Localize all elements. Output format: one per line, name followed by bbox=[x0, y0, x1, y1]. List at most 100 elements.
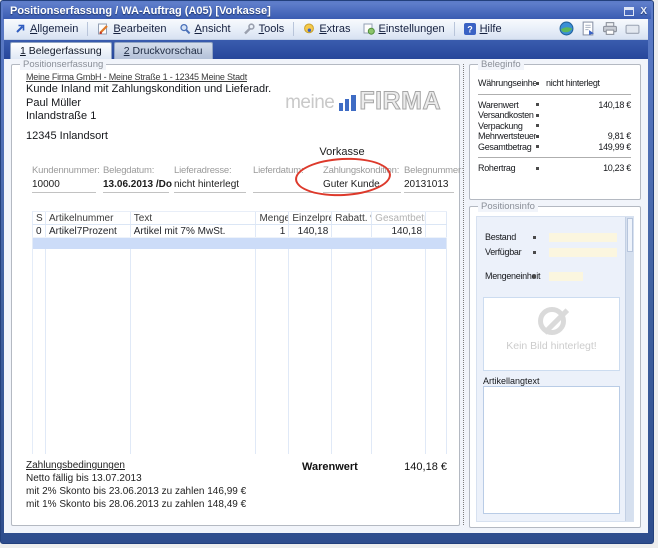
recipient-address: Kunde Inland mit Zahlungskondition und L… bbox=[26, 83, 271, 124]
row-versandkosten: Versandkosten bbox=[478, 110, 631, 121]
bullet-icon bbox=[536, 124, 539, 127]
tab-strip: 1 Belegerfassung 2 Druckvorschau bbox=[4, 40, 648, 59]
settings-icon bbox=[363, 23, 375, 35]
title-bar[interactable]: Positionserfassung / WA-Auftrag (A05) [V… bbox=[3, 3, 651, 19]
col-s[interactable]: S bbox=[33, 212, 46, 224]
menu-item-ansicht[interactable]: Ansicht bbox=[173, 21, 237, 37]
magnifier-icon bbox=[179, 23, 191, 35]
beleginfo-group: Beleginfo Währungseinheit nicht hinterle… bbox=[469, 64, 641, 200]
menu-bar: Allgemein Bearbeiten Ansicht Tools bbox=[4, 19, 648, 40]
col-text[interactable]: Text bbox=[131, 212, 257, 224]
col-artikelnummer[interactable]: Artikelnummer bbox=[46, 212, 131, 224]
row-mengeneinheit: Mengeneinheit bbox=[485, 271, 583, 281]
row-gesamtbetrag: Gesamtbetrag 149,99 € bbox=[478, 142, 631, 153]
no-image-text: Kein Bild hinterlegt! bbox=[484, 340, 619, 352]
field-kundennummer: Kundennummer: 10000 bbox=[32, 165, 96, 193]
app-window: Positionserfassung / WA-Auftrag (A05) [V… bbox=[0, 0, 654, 544]
printer-icon[interactable] bbox=[602, 21, 618, 36]
kundennummer-value[interactable]: 10000 bbox=[32, 179, 96, 191]
bullet-icon bbox=[536, 135, 539, 138]
positions-table: S Artikelnummer Text Menge Einzelpreis R… bbox=[32, 211, 447, 454]
menu-item-allgemein[interactable]: Allgemein bbox=[8, 21, 84, 37]
menu-separator bbox=[87, 22, 88, 36]
gesamtbetrag-value: 149,99 € bbox=[546, 142, 631, 152]
verfuegbar-field[interactable] bbox=[549, 248, 617, 257]
col-gesamtbetrag[interactable]: Gesamtbetrag bbox=[372, 212, 426, 224]
belegdatum-value[interactable]: 13.06.2013 /Do bbox=[103, 179, 169, 191]
mehrwertsteuer-value: 9,81 € bbox=[546, 131, 631, 141]
lieferadresse-value[interactable]: nicht hinterlegt bbox=[174, 179, 246, 191]
article-image-box: Kein Bild hinterlegt! bbox=[483, 297, 620, 371]
bar-chart-icon bbox=[339, 95, 356, 111]
scrollbar-thumb[interactable] bbox=[627, 218, 633, 252]
panel-splitter[interactable] bbox=[463, 64, 464, 525]
table-header-row: S Artikelnummer Text Menge Einzelpreis R… bbox=[32, 211, 447, 225]
no-image-icon bbox=[538, 307, 566, 335]
field-belegnummer: Belegnummer: 20131013 bbox=[404, 165, 454, 193]
row-rohertrag: Rohertrag 10,23 € bbox=[478, 163, 631, 174]
row-verpackung: Verpackung bbox=[478, 121, 631, 132]
export-document-icon[interactable] bbox=[581, 21, 595, 36]
bullet-icon bbox=[533, 236, 536, 239]
table-row[interactable]: 0 Artikel7Prozent Artikel mit 7% MwSt. 1… bbox=[32, 225, 447, 238]
display-icon[interactable] bbox=[625, 22, 640, 36]
positionsinfo-group: Positionsinfo Bestand Verfügbar Mengenei… bbox=[469, 206, 641, 528]
vertical-scrollbar[interactable] bbox=[625, 217, 633, 521]
bullet-icon bbox=[536, 82, 539, 85]
col-einzelpreis[interactable]: Einzelpreis bbox=[289, 212, 332, 224]
bullet-icon bbox=[533, 275, 536, 278]
bullet-icon bbox=[536, 114, 539, 117]
col-menge[interactable]: Menge bbox=[256, 212, 289, 224]
svg-text:?: ? bbox=[467, 24, 473, 34]
bullet-icon bbox=[536, 103, 539, 106]
company-logo: meine FIRMA bbox=[285, 91, 441, 112]
belegnummer-value[interactable]: 20131013 bbox=[404, 179, 454, 191]
edit-icon bbox=[97, 23, 109, 35]
menu-item-bearbeiten[interactable]: Bearbeiten bbox=[91, 21, 172, 37]
empty-table-area[interactable] bbox=[32, 249, 447, 454]
logo-text-firma: FIRMA bbox=[359, 91, 441, 112]
field-belegdatum: Belegdatum: 13.06.2013 /Do bbox=[103, 165, 169, 193]
menu-separator bbox=[293, 22, 294, 36]
bullet-icon bbox=[536, 167, 539, 170]
warenwert-value: 140,18 € bbox=[546, 100, 631, 110]
close-button[interactable]: X bbox=[640, 5, 647, 18]
logo-text-meine: meine bbox=[285, 93, 334, 112]
artikellangtext-label: Artikellangtext bbox=[483, 376, 540, 386]
group-title: Beleginfo bbox=[478, 59, 524, 70]
payment-terms: Zahlungsbedingungen Netto fällig bis 13.… bbox=[26, 459, 246, 511]
sender-line: Meine Firma GmbH - Meine Straße 1 - 1234… bbox=[26, 72, 247, 82]
field-lieferadresse: Lieferadresse: nicht hinterlegt bbox=[174, 165, 246, 193]
rohertrag-value: 10,23 € bbox=[546, 163, 631, 173]
menu-item-einstellungen[interactable]: Einstellungen bbox=[357, 21, 451, 37]
row-verfuegbar: Verfügbar bbox=[485, 247, 617, 257]
window-title: Positionserfassung / WA-Auftrag (A05) [V… bbox=[10, 5, 271, 17]
wrench-icon bbox=[243, 23, 255, 35]
warenwert-total-label: Warenwert bbox=[302, 461, 358, 473]
bestand-field[interactable] bbox=[549, 233, 617, 242]
recipient-city: 12345 Inlandsort bbox=[26, 130, 108, 142]
arrow-up-right-icon bbox=[14, 23, 26, 35]
restore-button[interactable] bbox=[624, 7, 634, 16]
group-title: Positionsinfo bbox=[478, 201, 538, 212]
row-waehrungseinheit: Währungseinheit nicht hinterlegt bbox=[478, 78, 631, 89]
positionsinfo-panel: Bestand Verfügbar Mengeneinheit Kein Bil… bbox=[476, 216, 634, 522]
menu-item-hilfe[interactable]: ? Hilfe bbox=[458, 21, 508, 37]
menu-separator bbox=[454, 22, 455, 36]
tab-belegerfassung[interactable]: 1 Belegerfassung bbox=[10, 42, 112, 59]
bullet-icon bbox=[536, 145, 539, 148]
help-icon: ? bbox=[464, 23, 476, 35]
bullet-icon bbox=[533, 251, 536, 254]
artikellangtext-box[interactable] bbox=[483, 386, 620, 514]
document-type: Vorkasse bbox=[262, 146, 422, 158]
row-bestand: Bestand bbox=[485, 232, 617, 242]
menu-item-extras[interactable]: Extras bbox=[297, 21, 356, 37]
col-rabatt[interactable]: Rabatt. % bbox=[332, 212, 372, 224]
tab-druckvorschau[interactable]: 2 Druckvorschau bbox=[114, 42, 213, 59]
row-mehrwertsteuer: Mehrwertsteuer 9,81 € bbox=[478, 131, 631, 142]
mengeneinheit-field[interactable] bbox=[549, 272, 583, 281]
globe-icon[interactable] bbox=[559, 21, 574, 36]
menu-item-tools[interactable]: Tools bbox=[237, 21, 291, 37]
selected-empty-row[interactable] bbox=[32, 238, 447, 249]
col-extra bbox=[426, 212, 447, 224]
